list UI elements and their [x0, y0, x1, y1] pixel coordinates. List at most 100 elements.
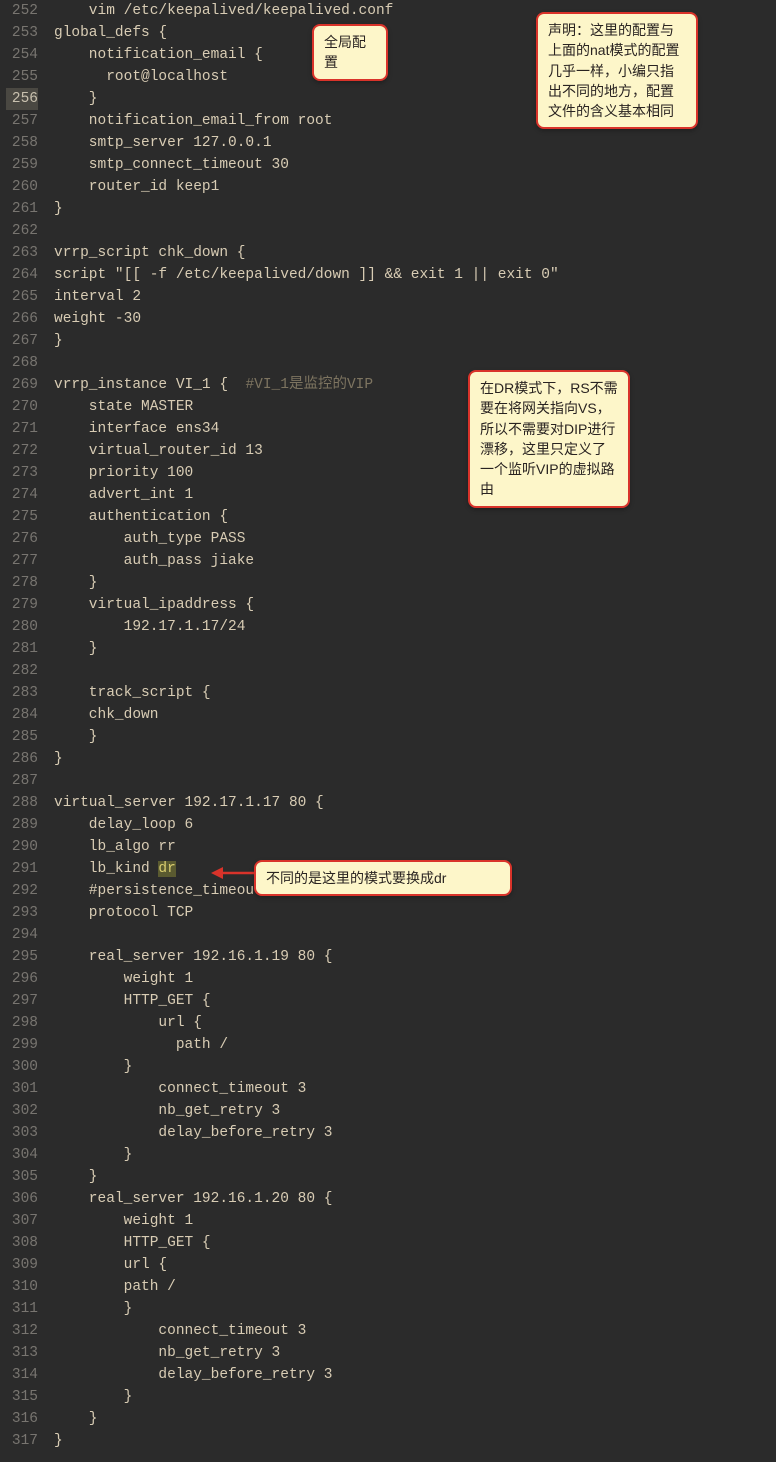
- line-number: 258: [6, 132, 38, 154]
- code-line[interactable]: url {: [48, 1012, 776, 1034]
- line-number: 317: [6, 1430, 38, 1452]
- code-line[interactable]: }: [48, 1166, 776, 1188]
- line-number: 311: [6, 1298, 38, 1320]
- code-line[interactable]: }: [48, 1298, 776, 1320]
- code-line[interactable]: chk_down: [48, 704, 776, 726]
- line-number-gutter: 2522532542552562572582592602612622632642…: [0, 0, 48, 1462]
- line-number: 295: [6, 946, 38, 968]
- code-line[interactable]: [48, 770, 776, 792]
- line-number: 281: [6, 638, 38, 660]
- code-line[interactable]: path /: [48, 1276, 776, 1298]
- code-line[interactable]: advert_int 1: [48, 484, 776, 506]
- line-number: 293: [6, 902, 38, 924]
- line-number: 255: [6, 66, 38, 88]
- code-line[interactable]: protocol TCP: [48, 902, 776, 924]
- code-line[interactable]: [48, 924, 776, 946]
- line-number: 264: [6, 264, 38, 286]
- code-text: lb_kind: [54, 861, 158, 877]
- callout-dr-mode: 在DR模式下，RS不需要在将网关指向VS，所以不需要对DIP进行漂移，这里只定义…: [468, 370, 630, 508]
- code-line[interactable]: real_server 192.16.1.20 80 {: [48, 1188, 776, 1210]
- code-line[interactable]: lb_algo rr: [48, 836, 776, 858]
- code-line[interactable]: nb_get_retry 3: [48, 1100, 776, 1122]
- code-line[interactable]: }: [48, 572, 776, 594]
- line-number: 266: [6, 308, 38, 330]
- line-number: 302: [6, 1100, 38, 1122]
- code-line[interactable]: connect_timeout 3: [48, 1320, 776, 1342]
- line-number: 277: [6, 550, 38, 572]
- code-line[interactable]: weight -30: [48, 308, 776, 330]
- code-line[interactable]: }: [48, 1056, 776, 1078]
- code-line[interactable]: virtual_router_id 13: [48, 440, 776, 462]
- code-line[interactable]: track_script {: [48, 682, 776, 704]
- code-line[interactable]: connect_timeout 3: [48, 1078, 776, 1100]
- code-line[interactable]: [48, 660, 776, 682]
- code-line[interactable]: [48, 220, 776, 242]
- code-line[interactable]: }: [48, 726, 776, 748]
- code-line[interactable]: authentication {: [48, 506, 776, 528]
- line-number: 263: [6, 242, 38, 264]
- code-line[interactable]: auth_pass jiake: [48, 550, 776, 572]
- code-line[interactable]: }: [48, 638, 776, 660]
- line-number: 265: [6, 286, 38, 308]
- code-line[interactable]: delay_before_retry 3: [48, 1122, 776, 1144]
- code-line[interactable]: virtual_ipaddress {: [48, 594, 776, 616]
- callout-dr-kind: 不同的是这里的模式要换成dr: [254, 860, 512, 896]
- highlighted-token: dr: [158, 861, 175, 877]
- code-line[interactable]: delay_loop 6: [48, 814, 776, 836]
- callout-arrow-icon: [211, 864, 257, 882]
- code-line[interactable]: smtp_connect_timeout 30: [48, 154, 776, 176]
- line-number: 278: [6, 572, 38, 594]
- code-line[interactable]: interval 2: [48, 286, 776, 308]
- line-number: 252: [6, 0, 38, 22]
- code-line[interactable]: HTTP_GET {: [48, 1232, 776, 1254]
- code-line[interactable]: vrrp_instance VI_1 { #VI_1是监控的VIP: [48, 374, 776, 396]
- code-line[interactable]: }: [48, 198, 776, 220]
- code-line[interactable]: }: [48, 1386, 776, 1408]
- code-line[interactable]: }: [48, 1430, 776, 1452]
- line-number: 253: [6, 22, 38, 44]
- code-line[interactable]: auth_type PASS: [48, 528, 776, 550]
- line-number: 273: [6, 462, 38, 484]
- code-line[interactable]: path /: [48, 1034, 776, 1056]
- line-number: 279: [6, 594, 38, 616]
- code-line[interactable]: interface ens34: [48, 418, 776, 440]
- code-line[interactable]: }: [48, 1408, 776, 1430]
- callout-declaration: 声明：这里的配置与上面的nat模式的配置几乎一样，小编只指出不同的地方，配置文件…: [536, 12, 698, 129]
- code-line[interactable]: weight 1: [48, 968, 776, 990]
- line-number: 294: [6, 924, 38, 946]
- line-number: 301: [6, 1078, 38, 1100]
- code-line[interactable]: 192.17.1.17/24: [48, 616, 776, 638]
- line-number: 297: [6, 990, 38, 1012]
- code-line[interactable]: delay_before_retry 3: [48, 1364, 776, 1386]
- code-line[interactable]: }: [48, 748, 776, 770]
- line-number: 261: [6, 198, 38, 220]
- code-line[interactable]: priority 100: [48, 462, 776, 484]
- code-line[interactable]: }: [48, 1144, 776, 1166]
- code-line[interactable]: nb_get_retry 3: [48, 1342, 776, 1364]
- code-text: vrrp_instance VI_1 {: [54, 377, 245, 393]
- line-number: 256: [6, 88, 38, 110]
- line-number: 299: [6, 1034, 38, 1056]
- line-number: 287: [6, 770, 38, 792]
- line-number: 260: [6, 176, 38, 198]
- code-line[interactable]: [48, 352, 776, 374]
- line-number: 254: [6, 44, 38, 66]
- line-number: 314: [6, 1364, 38, 1386]
- line-number: 316: [6, 1408, 38, 1430]
- line-number: 296: [6, 968, 38, 990]
- code-line[interactable]: virtual_server 192.17.1.17 80 {: [48, 792, 776, 814]
- code-line[interactable]: state MASTER: [48, 396, 776, 418]
- code-line[interactable]: router_id keep1: [48, 176, 776, 198]
- callout-global-config: 全局配置: [312, 24, 388, 81]
- code-line[interactable]: weight 1: [48, 1210, 776, 1232]
- code-area[interactable]: vim /etc/keepalived/keepalived.confgloba…: [48, 0, 776, 1462]
- code-line[interactable]: }: [48, 330, 776, 352]
- code-line[interactable]: url {: [48, 1254, 776, 1276]
- code-line[interactable]: smtp_server 127.0.0.1: [48, 132, 776, 154]
- code-line[interactable]: HTTP_GET {: [48, 990, 776, 1012]
- code-line[interactable]: script "[[ -f /etc/keepalived/down ]] &&…: [48, 264, 776, 286]
- code-line[interactable]: vrrp_script chk_down {: [48, 242, 776, 264]
- code-editor[interactable]: 2522532542552562572582592602612622632642…: [0, 0, 776, 1462]
- code-line[interactable]: real_server 192.16.1.19 80 {: [48, 946, 776, 968]
- line-number: 308: [6, 1232, 38, 1254]
